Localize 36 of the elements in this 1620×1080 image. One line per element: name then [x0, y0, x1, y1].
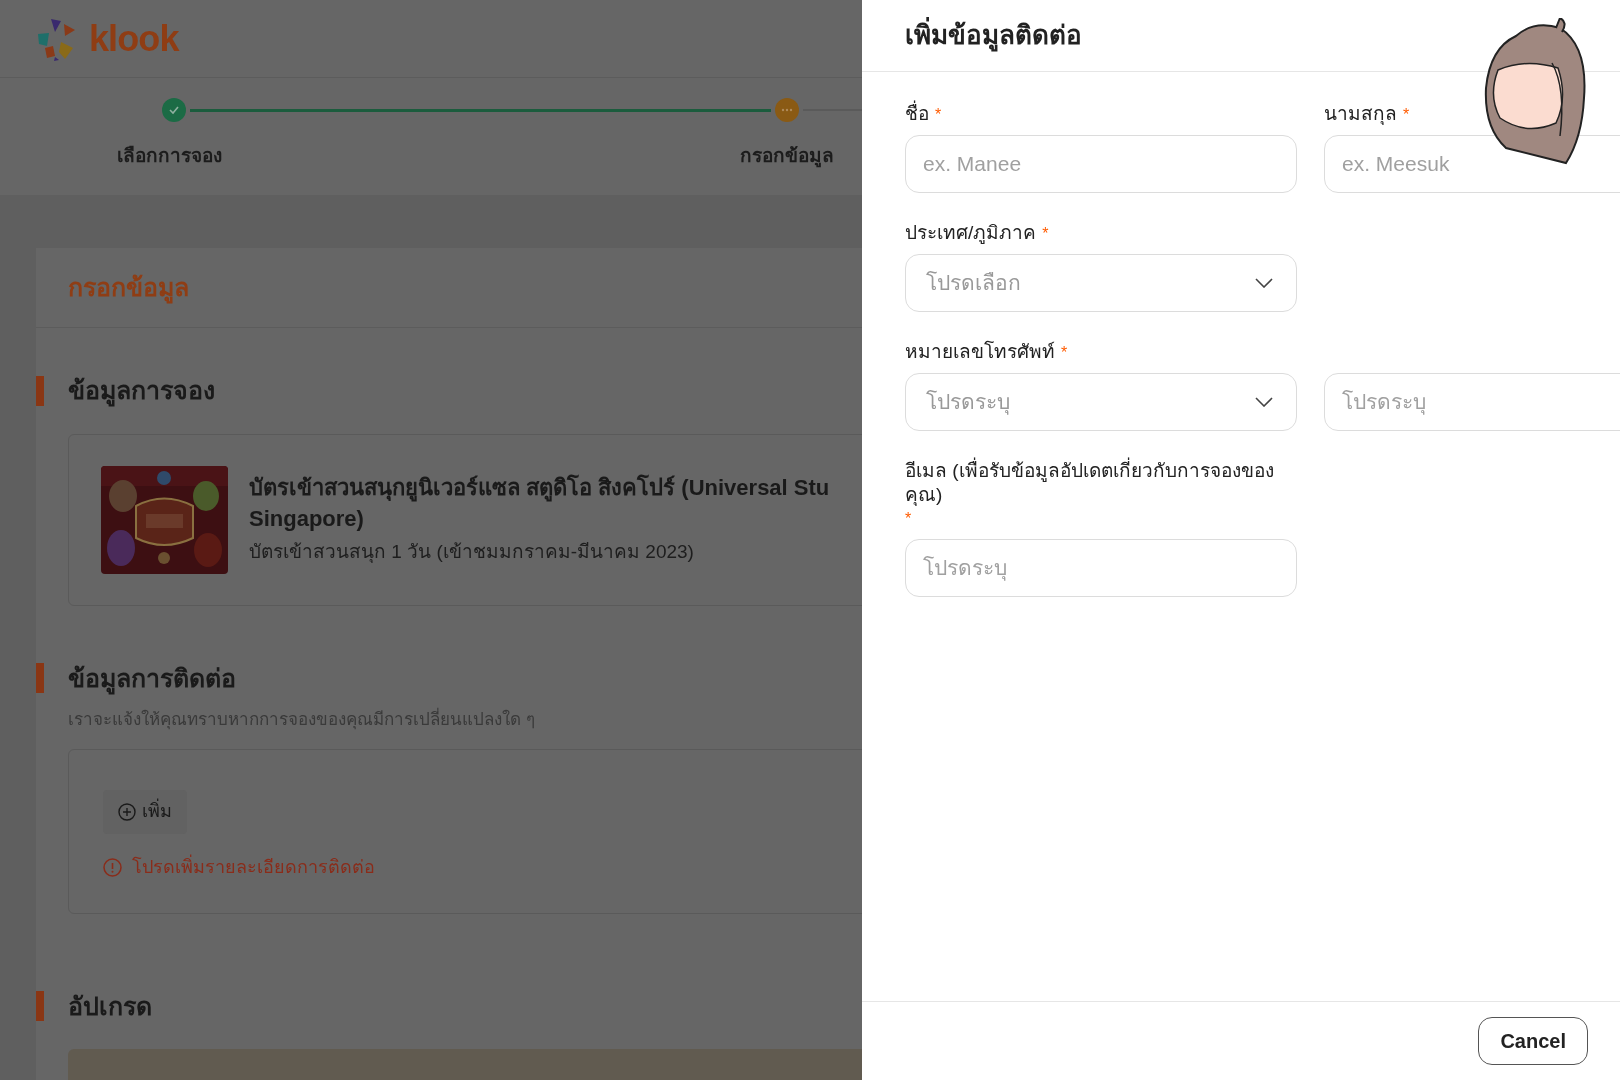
required-mark: * — [1042, 224, 1049, 244]
field-label: ชื่อ — [905, 102, 929, 126]
required-mark: * — [1061, 343, 1068, 363]
field-label: นามสกุล — [1324, 102, 1397, 126]
input-field[interactable]: โปรดระบุ — [905, 539, 1297, 597]
section-heading: อัปเกรด — [68, 990, 152, 1022]
step-label: เลือกการจอง — [116, 144, 223, 168]
product-title: บัตรเข้าสวนสนุกยูนิเวอร์แซล สตูดิโอ สิงคโปร์ (Universal Stu — [249, 473, 830, 504]
cancel-button[interactable]: Cancel — [1478, 1017, 1588, 1065]
page-title: กรอกข้อมูล — [68, 268, 189, 307]
section-marker — [36, 375, 44, 406]
required-mark: * — [935, 105, 942, 125]
field-label: หมายเลขโทรศัพท์ — [905, 340, 1055, 364]
input-field[interactable]: ex. Meesuk — [1324, 135, 1620, 193]
section-marker — [36, 991, 44, 1022]
logo-text: klook — [89, 20, 179, 57]
select-field[interactable]: โปรดระบุ — [905, 373, 1297, 431]
plus-circle-icon — [118, 802, 136, 821]
required-mark: * — [1403, 105, 1410, 125]
input-field[interactable]: ex. Manee — [905, 135, 1297, 193]
chevron-down-icon — [1255, 397, 1273, 407]
drawer-title: เพิ่มข้อมูลติดต่อ — [905, 16, 1082, 55]
chevron-down-icon — [1255, 278, 1273, 288]
input-field[interactable]: โปรดระบุ — [1324, 373, 1620, 431]
error-message: โปรดเพิ่มรายละเอียดการติดต่อ — [132, 853, 375, 879]
product-title: Singapore) — [249, 505, 365, 534]
step-label: กรอกข้อมูล — [738, 144, 835, 170]
field-label: อีเมล (เพื่อรับข้อมูลอัปเดตเกี่ยวกับการจองของคุณ) — [905, 459, 1297, 507]
section-heading: ข้อมูลการติดต่อ — [68, 659, 236, 697]
select-field[interactable]: โปรดเลือก — [905, 254, 1297, 312]
product-subtitle: บัตรเข้าสวนสนุก 1 วัน (เข้าชมมกราคม-มีนาคม 2023) — [249, 540, 695, 565]
field-label: ประเทศ/ภูมิภาค — [905, 221, 1037, 245]
required-mark: * — [905, 509, 912, 529]
alert-icon — [103, 857, 122, 877]
section-heading: ข้อมูลการจอง — [68, 372, 215, 410]
section-marker — [36, 663, 44, 694]
